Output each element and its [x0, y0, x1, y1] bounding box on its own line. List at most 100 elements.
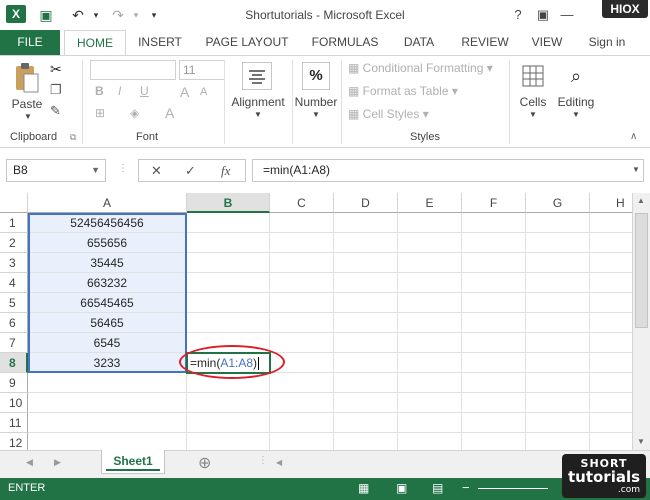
name-box[interactable]: B8 ▼ — [6, 159, 106, 182]
cell-g5[interactable] — [526, 293, 590, 313]
cell-d8[interactable] — [334, 353, 398, 373]
column-header-d[interactable]: D — [334, 193, 398, 213]
tab-home[interactable]: HOME — [64, 30, 126, 55]
cell-f1[interactable] — [462, 213, 526, 233]
cell-h2[interactable] — [590, 233, 632, 253]
vertical-scroll-thumb[interactable] — [635, 213, 648, 328]
cell-a6[interactable]: 56465 — [28, 313, 187, 333]
cell-b6[interactable] — [187, 313, 270, 333]
cell-h1[interactable] — [590, 213, 632, 233]
scroll-left-icon[interactable]: ◀ — [276, 458, 282, 467]
cell-e8[interactable] — [398, 353, 462, 373]
cell-b5[interactable] — [187, 293, 270, 313]
cell-g2[interactable] — [526, 233, 590, 253]
cells-button[interactable]: Cells — [513, 95, 553, 109]
cell-a7[interactable]: 6545 — [28, 333, 187, 353]
cell-c10[interactable] — [270, 393, 334, 413]
cell-h9[interactable] — [590, 373, 632, 393]
column-header-c[interactable]: C — [270, 193, 334, 213]
cell-f12[interactable] — [462, 433, 526, 450]
cell-b11[interactable] — [187, 413, 270, 433]
row-header-1[interactable]: 1 — [0, 213, 28, 233]
cell-c1[interactable] — [270, 213, 334, 233]
cell-g3[interactable] — [526, 253, 590, 273]
column-header-a[interactable]: A — [28, 193, 187, 213]
row-header-12[interactable]: 12 — [0, 433, 28, 450]
ribbon-display-icon[interactable]: ▣ — [532, 5, 554, 25]
cell-d12[interactable] — [334, 433, 398, 450]
cell-f4[interactable] — [462, 273, 526, 293]
clipboard-launcher-icon[interactable]: ⧉ — [70, 133, 76, 142]
cell-e11[interactable] — [398, 413, 462, 433]
alignment-icon[interactable] — [242, 62, 272, 90]
cell-g11[interactable] — [526, 413, 590, 433]
shrink-font-button[interactable]: A — [200, 86, 207, 98]
paste-dropdown-icon[interactable]: ▼ — [18, 112, 38, 121]
active-cell-b8[interactable]: =min(A1:A8) — [186, 352, 271, 374]
cell-c9[interactable] — [270, 373, 334, 393]
scroll-down-icon[interactable]: ▼ — [637, 437, 645, 446]
borders-icon[interactable]: ⊞ — [95, 106, 105, 120]
cell-g1[interactable] — [526, 213, 590, 233]
tab-insert[interactable]: INSERT — [133, 30, 187, 55]
cell-f5[interactable] — [462, 293, 526, 313]
insert-function-icon[interactable]: fx — [221, 160, 230, 181]
cell-c3[interactable] — [270, 253, 334, 273]
column-header-e[interactable]: E — [398, 193, 462, 213]
tab-review[interactable]: REVIEW — [456, 30, 514, 55]
cell-c4[interactable] — [270, 273, 334, 293]
cell-d10[interactable] — [334, 393, 398, 413]
cell-b1[interactable] — [187, 213, 270, 233]
cell-f10[interactable] — [462, 393, 526, 413]
cell-f2[interactable] — [462, 233, 526, 253]
scroll-up-icon[interactable]: ▲ — [637, 196, 645, 205]
cell-a2[interactable]: 655656 — [28, 233, 187, 253]
cell-h12[interactable] — [590, 433, 632, 450]
cell-a11[interactable] — [28, 413, 187, 433]
copy-icon[interactable]: ❐ — [50, 83, 62, 96]
cells-dropdown-icon[interactable]: ▼ — [525, 110, 541, 119]
number-button[interactable]: Number — [292, 95, 340, 109]
confirm-entry-icon[interactable]: ✓ — [185, 160, 196, 181]
row-header-11[interactable]: 11 — [0, 413, 28, 433]
binoculars-icon[interactable]: ⌕ — [562, 62, 590, 90]
vertical-scrollbar[interactable]: ▲ ▼ — [632, 193, 650, 450]
cell-d7[interactable] — [334, 333, 398, 353]
cell-e9[interactable] — [398, 373, 462, 393]
cell-f6[interactable] — [462, 313, 526, 333]
italic-button[interactable]: I — [118, 84, 121, 98]
page-break-view-icon[interactable]: ▤ — [432, 481, 443, 495]
cell-e6[interactable] — [398, 313, 462, 333]
underline-button[interactable]: U — [140, 84, 149, 98]
cell-c12[interactable] — [270, 433, 334, 450]
cell-e4[interactable] — [398, 273, 462, 293]
cell-f7[interactable] — [462, 333, 526, 353]
editing-button[interactable]: Editing — [554, 95, 598, 109]
sheet-scroll-right-icon[interactable]: ▶ — [54, 457, 61, 468]
cell-e10[interactable] — [398, 393, 462, 413]
cell-c5[interactable] — [270, 293, 334, 313]
cell-h11[interactable] — [590, 413, 632, 433]
column-header-h[interactable]: H — [590, 193, 632, 213]
cell-h6[interactable] — [590, 313, 632, 333]
row-header-9[interactable]: 9 — [0, 373, 28, 393]
number-format-icon[interactable]: % — [302, 62, 330, 90]
cell-c7[interactable] — [270, 333, 334, 353]
cell-e2[interactable] — [398, 233, 462, 253]
cell-b4[interactable] — [187, 273, 270, 293]
row-header-8[interactable]: 8 — [0, 353, 28, 373]
cell-a4[interactable]: 663232 — [28, 273, 187, 293]
tab-data[interactable]: DATA — [396, 30, 442, 55]
cell-h5[interactable] — [590, 293, 632, 313]
font-size-select[interactable]: 11 — [179, 60, 225, 80]
sheet-tab-sheet1[interactable]: Sheet1 — [101, 450, 165, 474]
tab-formulas[interactable]: FORMULAS — [308, 30, 382, 55]
cell-a3[interactable]: 35445 — [28, 253, 187, 273]
cell-f9[interactable] — [462, 373, 526, 393]
cell-g10[interactable] — [526, 393, 590, 413]
cell-e12[interactable] — [398, 433, 462, 450]
number-dropdown-icon[interactable]: ▼ — [308, 110, 324, 119]
select-all-corner[interactable] — [0, 193, 28, 213]
cell-f3[interactable] — [462, 253, 526, 273]
horizontal-scrollbar[interactable]: ◀ — [272, 455, 542, 471]
